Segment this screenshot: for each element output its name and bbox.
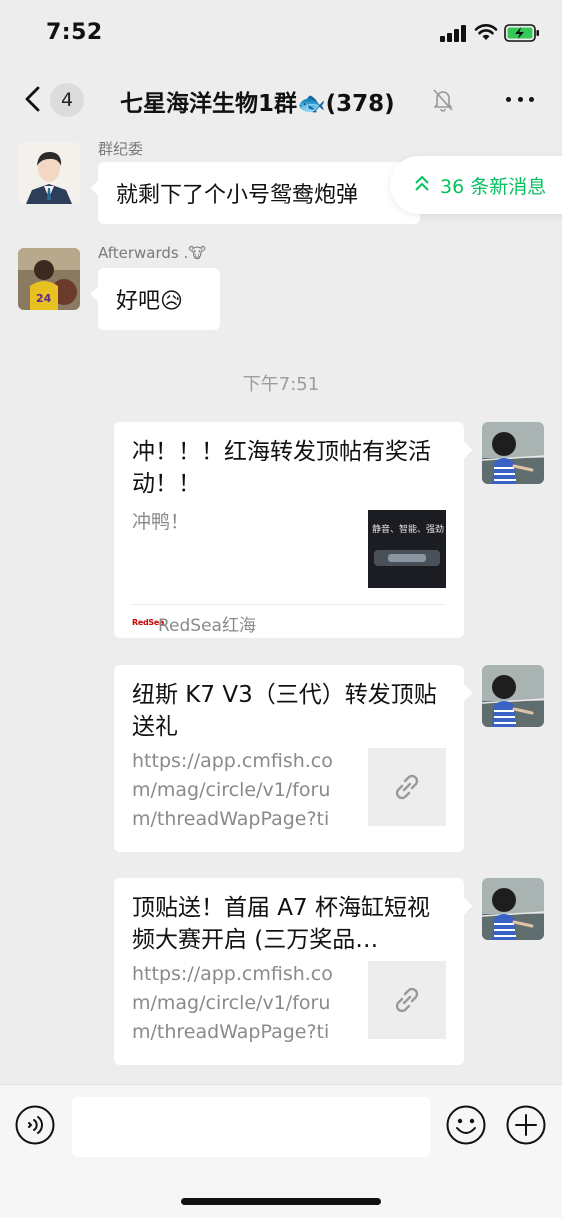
- member-count: (378): [325, 91, 395, 117]
- status-bar: 7:52: [0, 0, 562, 68]
- back-chevron-icon: [25, 86, 40, 112]
- card-url: https://app.cmfish.com/mag/circle/v1/for…: [132, 963, 333, 1043]
- link-icon: [395, 987, 419, 1013]
- more-dots-icon[interactable]: [500, 82, 540, 116]
- double-chevron-up-icon: [415, 175, 429, 191]
- battery-charging-icon: [504, 24, 539, 42]
- group-name: 七星海洋生物1群: [120, 91, 298, 117]
- shared-link-card[interactable]: 顶贴送！首届 A7 杯海缸短视频大赛开启 (三万奖品… https://app.…: [114, 878, 473, 1065]
- wifi-icon: [474, 24, 498, 40]
- signal-icon: [440, 24, 468, 42]
- source-name: RedSea红海: [158, 616, 256, 636]
- chat-screen: 7:52 4 七星海洋生物1群🐟(378) 群纪委 就剩下了个小号鸳鸯炮弹 36…: [0, 0, 562, 1218]
- card-title: 冲！！！红海转发顶帖有奖活动！！: [132, 439, 431, 497]
- time-divider: 下午7:51: [242, 374, 320, 395]
- link-thumbnail: [368, 748, 446, 826]
- avatar[interactable]: [18, 142, 80, 204]
- message-text: 好吧😥: [116, 289, 183, 314]
- card-description: 冲鸭！: [132, 511, 190, 533]
- avatar[interactable]: [482, 665, 544, 727]
- unread-count-badge: 4: [50, 83, 84, 117]
- svg-text:24: 24: [36, 292, 52, 305]
- card-title: 纽斯 K7 V3（三代）转发顶贴送礼: [132, 682, 437, 740]
- sender-name: 群纪委: [98, 140, 144, 158]
- status-time: 7:52: [46, 20, 103, 45]
- shared-article-card[interactable]: 冲！！！红海转发顶帖有奖活动！！ 冲鸭！ 静音、智能、强劲 RedSea Red…: [114, 422, 473, 638]
- avatar[interactable]: [482, 878, 544, 940]
- card-title: 顶贴送！首届 A7 杯海缸短视频大赛开启 (三万奖品…: [132, 895, 430, 953]
- thumbnail-caption: 静音、智能、强劲: [372, 525, 445, 535]
- mute-bell-icon: [433, 89, 453, 112]
- link-icon: [395, 774, 419, 800]
- home-indicator: [181, 1198, 381, 1205]
- article-thumbnail: 静音、智能、强劲: [368, 510, 446, 588]
- new-messages-button[interactable]: 36 条新消息: [390, 156, 562, 214]
- plus-icon[interactable]: [506, 1105, 546, 1145]
- message-input[interactable]: [72, 1097, 430, 1157]
- chat-title[interactable]: 七星海洋生物1群🐟(378): [120, 84, 450, 118]
- back-button[interactable]: 4: [18, 80, 88, 118]
- shared-link-card[interactable]: 纽斯 K7 V3（三代）转发顶贴送礼 https://app.cmfish.co…: [114, 665, 473, 852]
- message-bubble[interactable]: 就剩下了个小号鸳鸯炮弹: [90, 162, 420, 224]
- emoji-icon[interactable]: [446, 1105, 486, 1145]
- new-messages-label: 36 条新消息: [440, 176, 547, 198]
- card-source: RedSea RedSea红海: [132, 604, 446, 636]
- nav-bar: 4 七星海洋生物1群🐟(378): [0, 68, 562, 130]
- voice-icon[interactable]: [15, 1105, 55, 1145]
- sender-name: Afterwards .🐮: [98, 244, 207, 262]
- message-text: 就剩下了个小号鸳鸯炮弹: [116, 183, 359, 208]
- avatar[interactable]: [482, 422, 544, 484]
- card-url: https://app.cmfish.com/mag/circle/v1/for…: [132, 750, 333, 830]
- message-bubble[interactable]: 好吧😥: [90, 268, 220, 330]
- fish-emoji: 🐟: [297, 91, 326, 117]
- link-thumbnail: [368, 961, 446, 1039]
- avatar[interactable]: 24: [18, 248, 80, 310]
